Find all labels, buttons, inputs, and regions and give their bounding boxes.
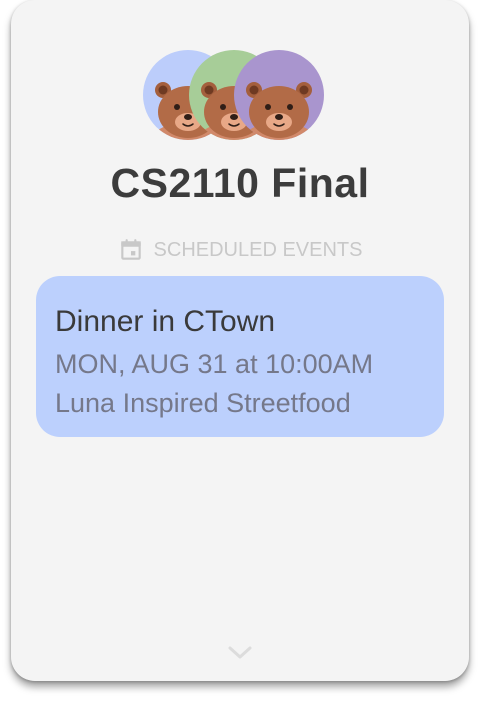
group-title: CS2110 Final [110,160,370,206]
group-card: CS2110 Final SCHEDULED EVENTS Dinner in … [11,0,469,681]
section-label: SCHEDULED EVENTS [153,238,363,261]
calendar-icon [120,239,141,260]
member-avatars [11,50,469,142]
section-header: SCHEDULED EVENTS [11,236,469,264]
chevron-down-icon[interactable] [225,643,255,663]
event-title: Dinner in CTown [55,305,276,338]
bear-avatar-icon [234,50,324,140]
event-card[interactable]: Dinner in CTown MON, AUG 31 at 10:00AM L… [36,276,444,437]
event-datetime: MON, AUG 31 at 10:00AM [55,349,374,379]
event-location: Luna Inspired Streetfood [55,388,351,418]
